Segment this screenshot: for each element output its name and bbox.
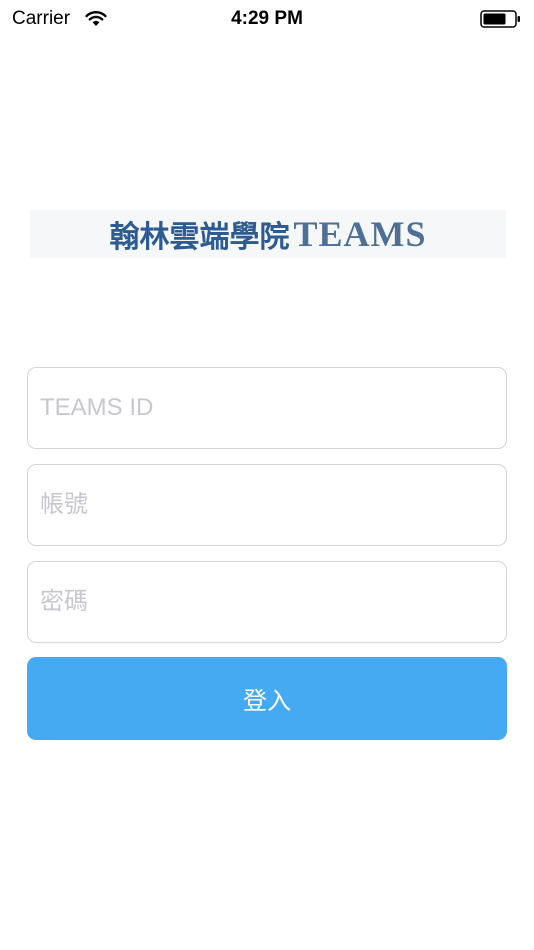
teams-id-field[interactable] (27, 367, 507, 449)
password-input[interactable] (28, 562, 506, 642)
account-input[interactable] (28, 465, 506, 545)
logo-chinese-text: 翰林雲端學院 (109, 220, 290, 255)
battery-icon (480, 10, 520, 28)
login-button-label: 登入 (243, 687, 291, 715)
password-field[interactable] (27, 561, 507, 643)
clock: 4:29 PM (231, 8, 303, 29)
status-bar: Carrier 4:29 PM (0, 0, 534, 40)
teams-id-input[interactable] (28, 368, 506, 448)
account-field[interactable] (27, 464, 507, 546)
logo-latin-text: TEAMS (293, 214, 427, 254)
app-logo: 翰林雲端學院 TEAMS (30, 210, 506, 258)
login-button[interactable]: 登入 (27, 657, 507, 740)
